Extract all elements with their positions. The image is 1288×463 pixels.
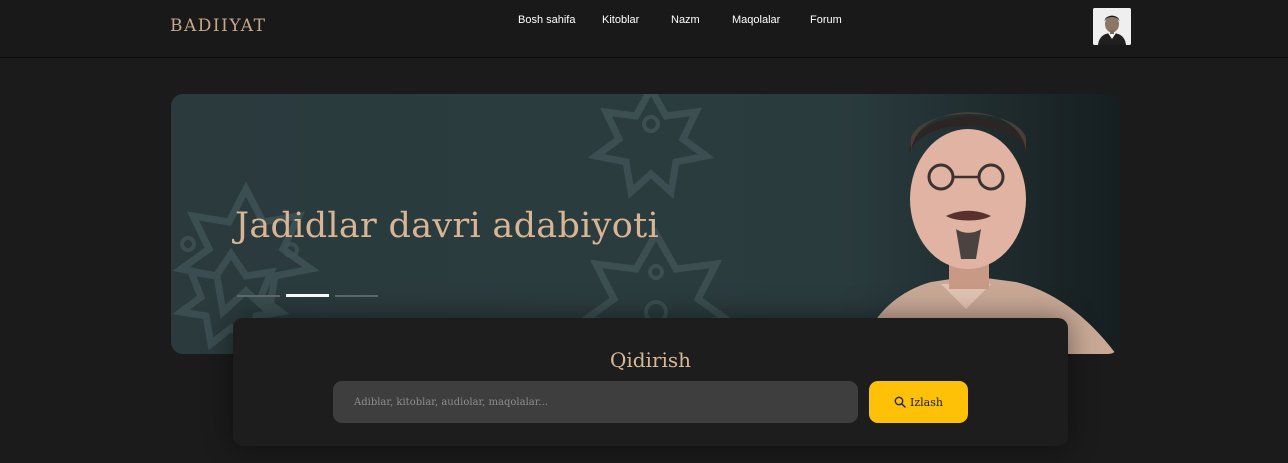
- carousel-dot-1[interactable]: [237, 295, 280, 297]
- carousel-dot-3[interactable]: [335, 295, 378, 297]
- top-navbar: Badiiyat Bosh sahifa Kitoblar Nazm Maqol…: [0, 0, 1288, 58]
- nav-item-forum[interactable]: Forum: [810, 14, 842, 26]
- carousel-dot-2[interactable]: [286, 294, 329, 297]
- nav-item-nazm[interactable]: Nazm: [671, 14, 700, 26]
- search-button-label: Izlash: [910, 395, 943, 409]
- hero-banner[interactable]: Jadidlar davri adabiyoti: [171, 94, 1120, 354]
- search-panel: Qidirish Izlash: [233, 318, 1068, 446]
- nav-item-kitoblar[interactable]: Kitoblar: [602, 14, 639, 26]
- nav-item-maqolalar[interactable]: Maqolalar: [732, 14, 780, 26]
- search-title: Qidirish: [609, 348, 692, 372]
- nav-item-bosh-sahifa[interactable]: Bosh sahifa: [518, 14, 575, 26]
- user-avatar[interactable]: [1093, 8, 1131, 45]
- search-icon: [894, 396, 906, 408]
- search-input[interactable]: [333, 381, 858, 423]
- avatar-portrait-icon: [1093, 8, 1131, 45]
- hero-title: Jadidlar davri adabiyoti: [235, 206, 659, 246]
- search-button[interactable]: Izlash: [869, 381, 968, 423]
